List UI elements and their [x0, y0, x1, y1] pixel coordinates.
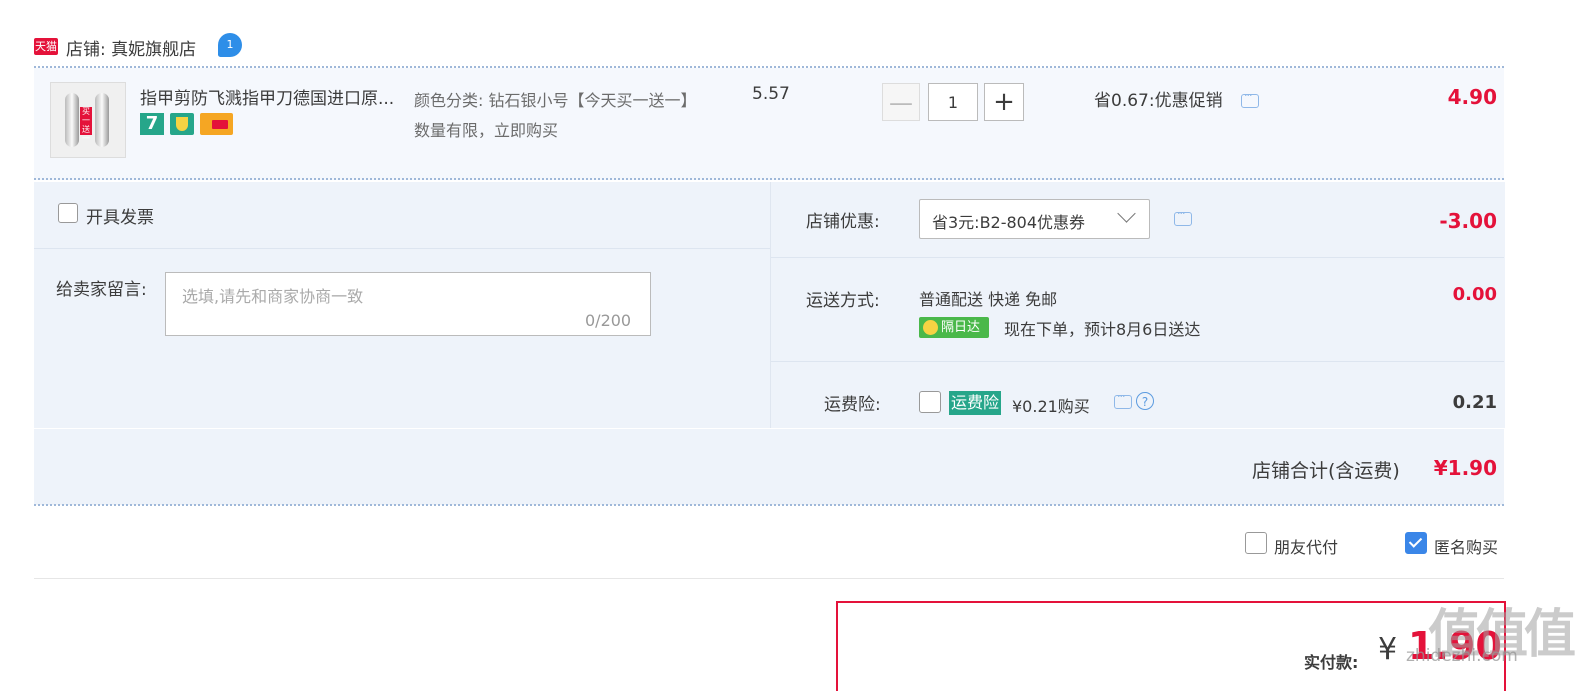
guarantee-icon [170, 113, 194, 135]
shop-discount-label: 店铺优惠: [806, 212, 880, 232]
unit-price: 5.57 [752, 84, 790, 104]
promotion-comment-icon[interactable] [1241, 89, 1259, 108]
item-promotion: 省0.67:优惠促销 [1094, 91, 1223, 111]
memo-label: 给卖家留言: [56, 280, 147, 300]
actual-payment-label: 实付款: [1304, 653, 1359, 672]
shipping-label: 运送方式: [806, 291, 880, 311]
discount-amount: -3.00 [1439, 209, 1497, 233]
invoice-label: 开具发票 [86, 208, 154, 228]
divider [34, 504, 1504, 506]
shipping-amount: 0.00 [1452, 284, 1497, 305]
divider [34, 248, 770, 249]
divider [34, 578, 1504, 579]
sku-info: 颜色分类: 钻石银小号【今天买一送一】数量有限，立即购买 [414, 91, 697, 140]
watermark-url: zhidezhi.com [1406, 646, 1518, 666]
discount-comment-icon[interactable] [1174, 207, 1192, 226]
quantity-decrease-button[interactable]: — [882, 83, 920, 121]
currency-symbol: ¥ [1378, 632, 1398, 667]
insurance-price: ¥0.21购买 [1012, 397, 1090, 416]
anonymous-purchase-checkbox[interactable] [1405, 532, 1427, 554]
insurance-checkbox[interactable] [919, 391, 941, 413]
credit-card-icon [200, 113, 233, 135]
shop-total-label: 店铺合计(含运费) [1252, 460, 1400, 482]
quantity-increase-button[interactable]: + [984, 83, 1024, 121]
shipping-method: 普通配送 快递 免邮 [919, 290, 1058, 309]
shop-name[interactable]: 店铺: 真妮旗舰店 [66, 35, 196, 60]
coupon-selected-value: 省3元:B2-804优惠券 [932, 213, 1086, 232]
insurance-amount: 0.21 [1452, 392, 1497, 413]
divider [771, 257, 1504, 258]
quantity-input[interactable] [928, 83, 978, 121]
anonymous-purchase-label: 匿名购买 [1434, 538, 1499, 557]
invoice-checkbox[interactable] [58, 203, 78, 223]
divider [34, 178, 1504, 180]
memo-placeholder: 选填,请先和商家协商一致 [182, 287, 364, 306]
help-icon[interactable]: ? [1136, 392, 1154, 410]
item-subtotal: 4.90 [1447, 85, 1497, 109]
insurance-tag: 运费险 [949, 391, 1002, 415]
friend-pay-label: 朋友代付 [1274, 538, 1339, 557]
tmall-logo: 天猫 [34, 38, 58, 55]
memo-char-count: 0/200 [585, 311, 632, 330]
promo-tag-icon: 买一送一 [80, 107, 92, 143]
insurance-label: 运费险: [824, 395, 881, 415]
next-day-delivery-badge: 隔日达 [919, 317, 989, 338]
delivery-eta: 现在下单，预计8月6日送达 [1004, 320, 1201, 339]
product-thumbnail[interactable]: 买一送一 [50, 82, 126, 158]
wangwang-chat-icon[interactable]: 1 [218, 33, 242, 57]
shop-total-amount: ¥1.90 [1433, 456, 1497, 480]
product-title-link[interactable]: 指甲剪防飞溅指甲刀德国进口原... [140, 84, 408, 109]
insurance-comment-icon[interactable] [1114, 390, 1132, 409]
divider [771, 361, 1504, 362]
friend-pay-checkbox[interactable] [1245, 532, 1267, 554]
seven-day-return-icon: 7 [140, 113, 164, 135]
